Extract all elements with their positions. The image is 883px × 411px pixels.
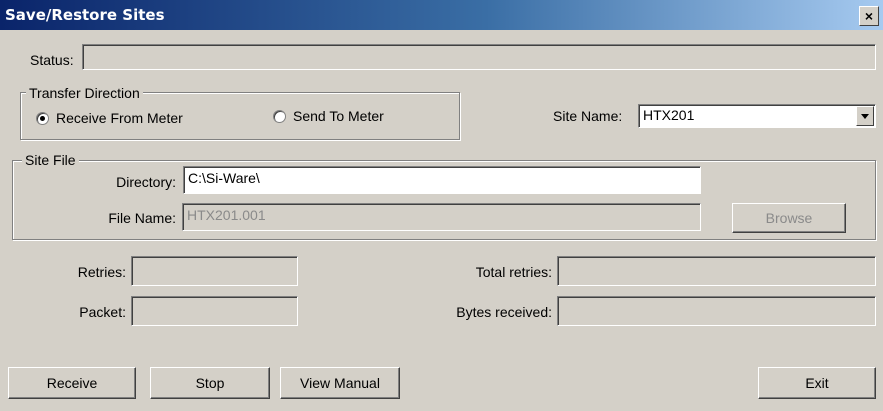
send-to-meter-radio[interactable]	[273, 110, 286, 123]
browse-button[interactable]: Browse	[732, 203, 846, 233]
chevron-down-icon	[861, 114, 869, 119]
site-name-select[interactable]: HTX201	[638, 104, 876, 128]
stop-button[interactable]: Stop	[150, 367, 270, 399]
site-name-value: HTX201	[643, 107, 695, 123]
radio-selected-dot	[40, 116, 45, 121]
retries-field	[131, 256, 298, 286]
transfer-direction-legend: Transfer Direction	[26, 85, 143, 101]
send-to-meter-label[interactable]: Send To Meter	[293, 108, 384, 124]
directory-input[interactable]: C:\Si-Ware\	[183, 166, 701, 194]
bytes-received-label: Bytes received:	[456, 304, 552, 320]
retries-label: Retries:	[77, 264, 126, 280]
receive-from-meter-label[interactable]: Receive From Meter	[56, 110, 183, 126]
total-retries-field	[557, 256, 876, 286]
directory-label: Directory:	[116, 174, 176, 190]
close-button[interactable]: ×	[859, 6, 879, 26]
directory-value: C:\Si-Ware\	[188, 170, 260, 186]
file-name-label: File Name:	[108, 210, 176, 226]
close-icon: ×	[864, 8, 874, 24]
packet-label: Packet:	[79, 304, 126, 320]
total-retries-label: Total retries:	[475, 264, 552, 280]
site-file-legend: Site File	[22, 152, 79, 168]
file-name-value: HTX201.001	[187, 207, 266, 223]
bytes-received-field	[557, 296, 876, 326]
view-manual-button[interactable]: View Manual	[280, 367, 400, 399]
file-name-input[interactable]: HTX201.001	[182, 203, 701, 231]
window-title: Save/Restore Sites	[5, 6, 165, 24]
exit-button[interactable]: Exit	[758, 367, 876, 399]
receive-button[interactable]: Receive	[8, 367, 136, 399]
site-name-dropdown-button[interactable]	[856, 106, 874, 126]
status-label: Status:	[30, 52, 74, 68]
title-bar: Save/Restore Sites ×	[0, 0, 883, 30]
site-name-label: Site Name:	[553, 108, 623, 124]
status-field	[82, 44, 876, 70]
receive-from-meter-radio[interactable]	[36, 112, 49, 125]
packet-field	[131, 296, 298, 326]
